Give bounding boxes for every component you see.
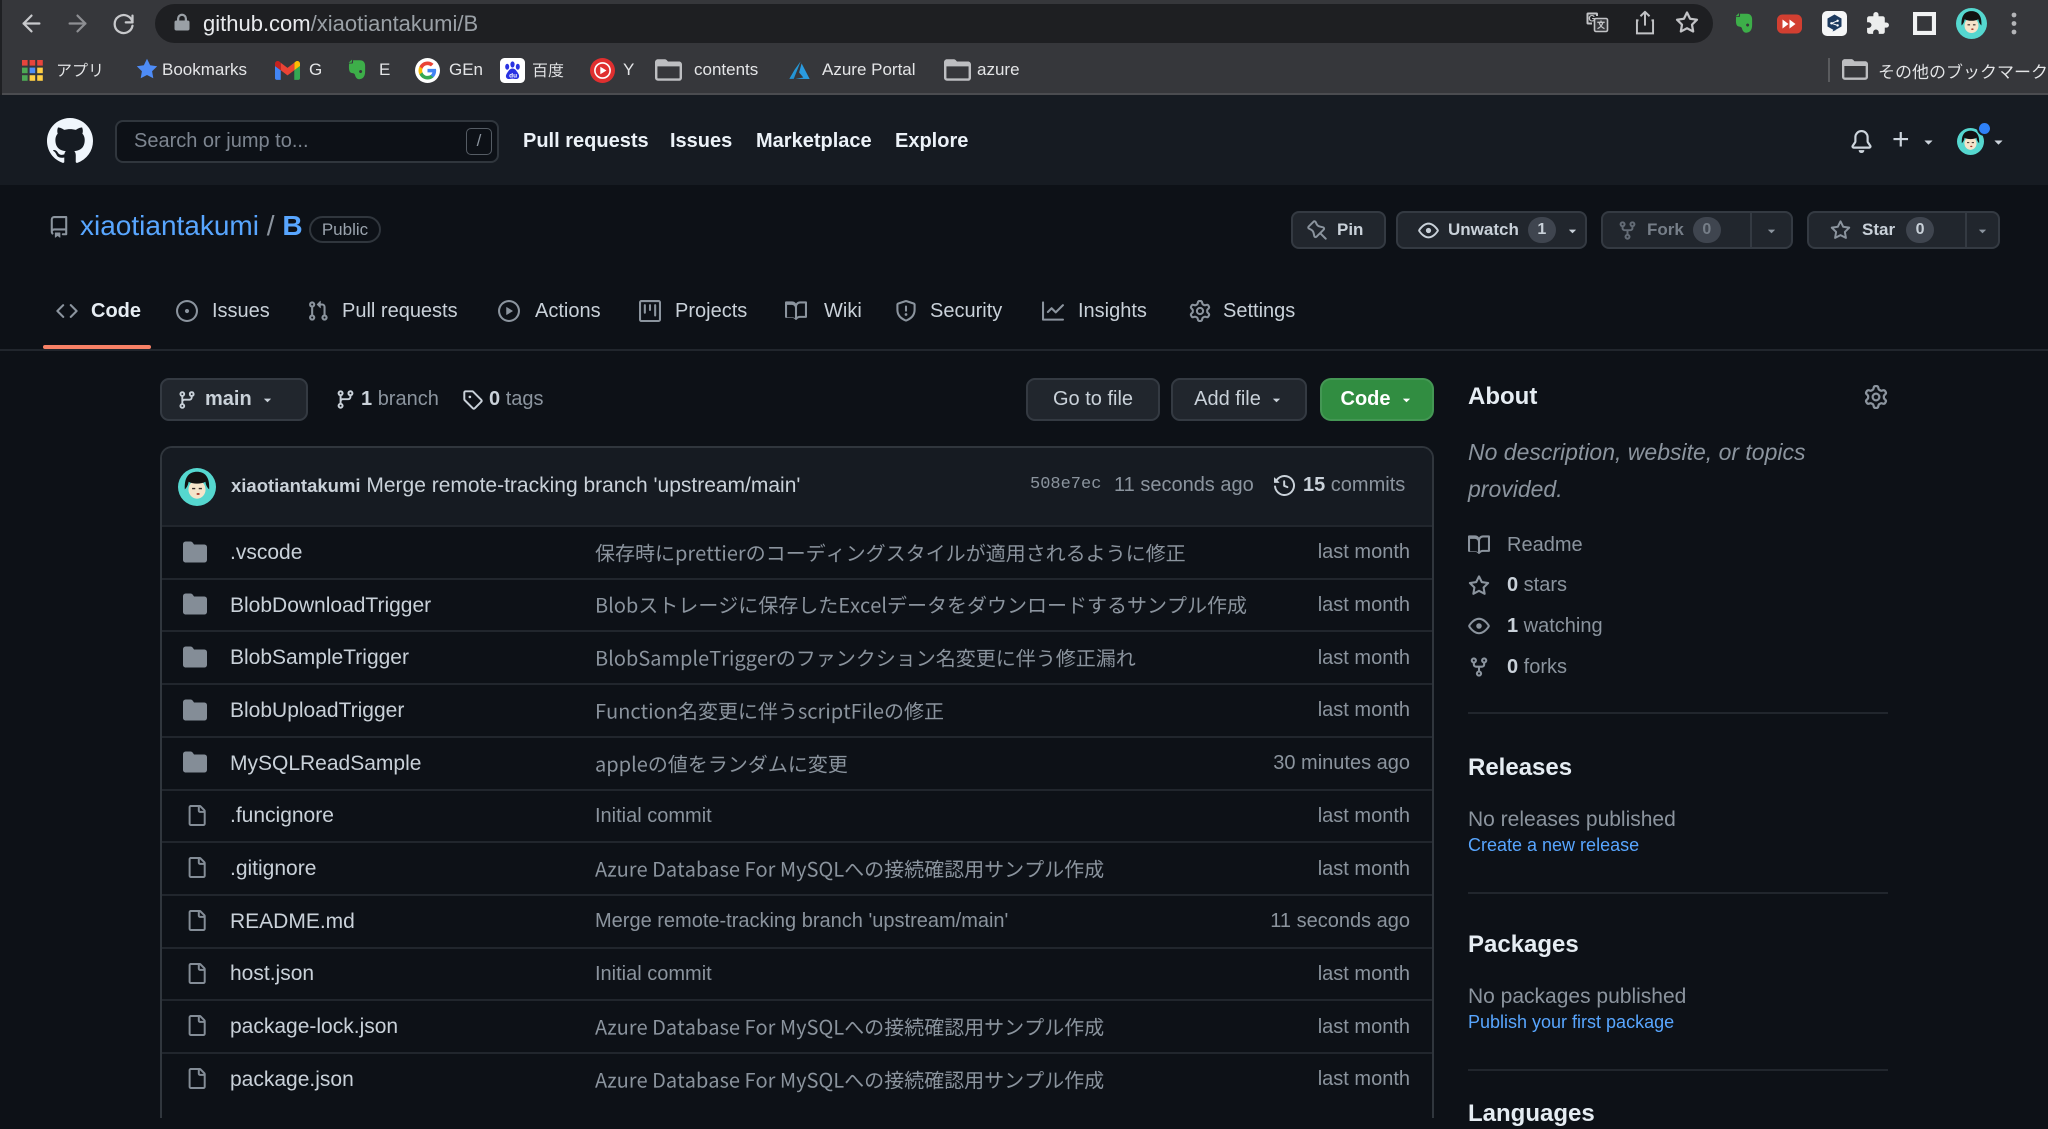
svg-text:du: du bbox=[509, 72, 517, 79]
